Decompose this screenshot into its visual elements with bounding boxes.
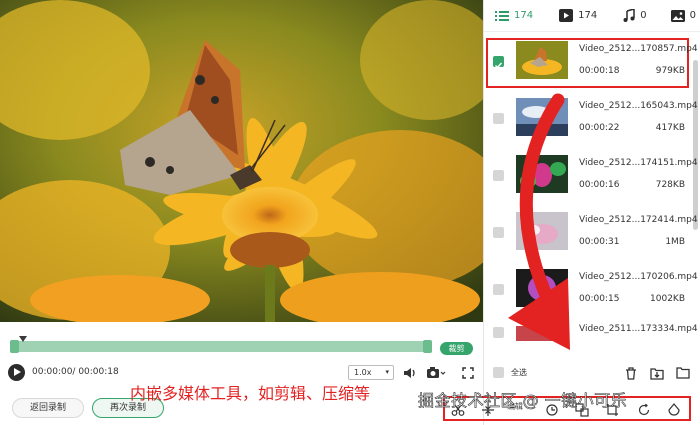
annotation-caption: 内嵌多媒体工具，如剪辑、压缩等 [130, 384, 371, 403]
site-watermark: 掘金技术社区 @ 一键小可乐 [418, 391, 628, 411]
rotate-icon[interactable] [637, 403, 651, 417]
watermark-tool-icon[interactable] [667, 403, 681, 417]
recorder-window: 裁剪 00:00:00/ 00:00:18 1.0x ▾ 返回录制 再次录制 1… [0, 0, 700, 425]
annotation-arrow [508, 93, 570, 350]
